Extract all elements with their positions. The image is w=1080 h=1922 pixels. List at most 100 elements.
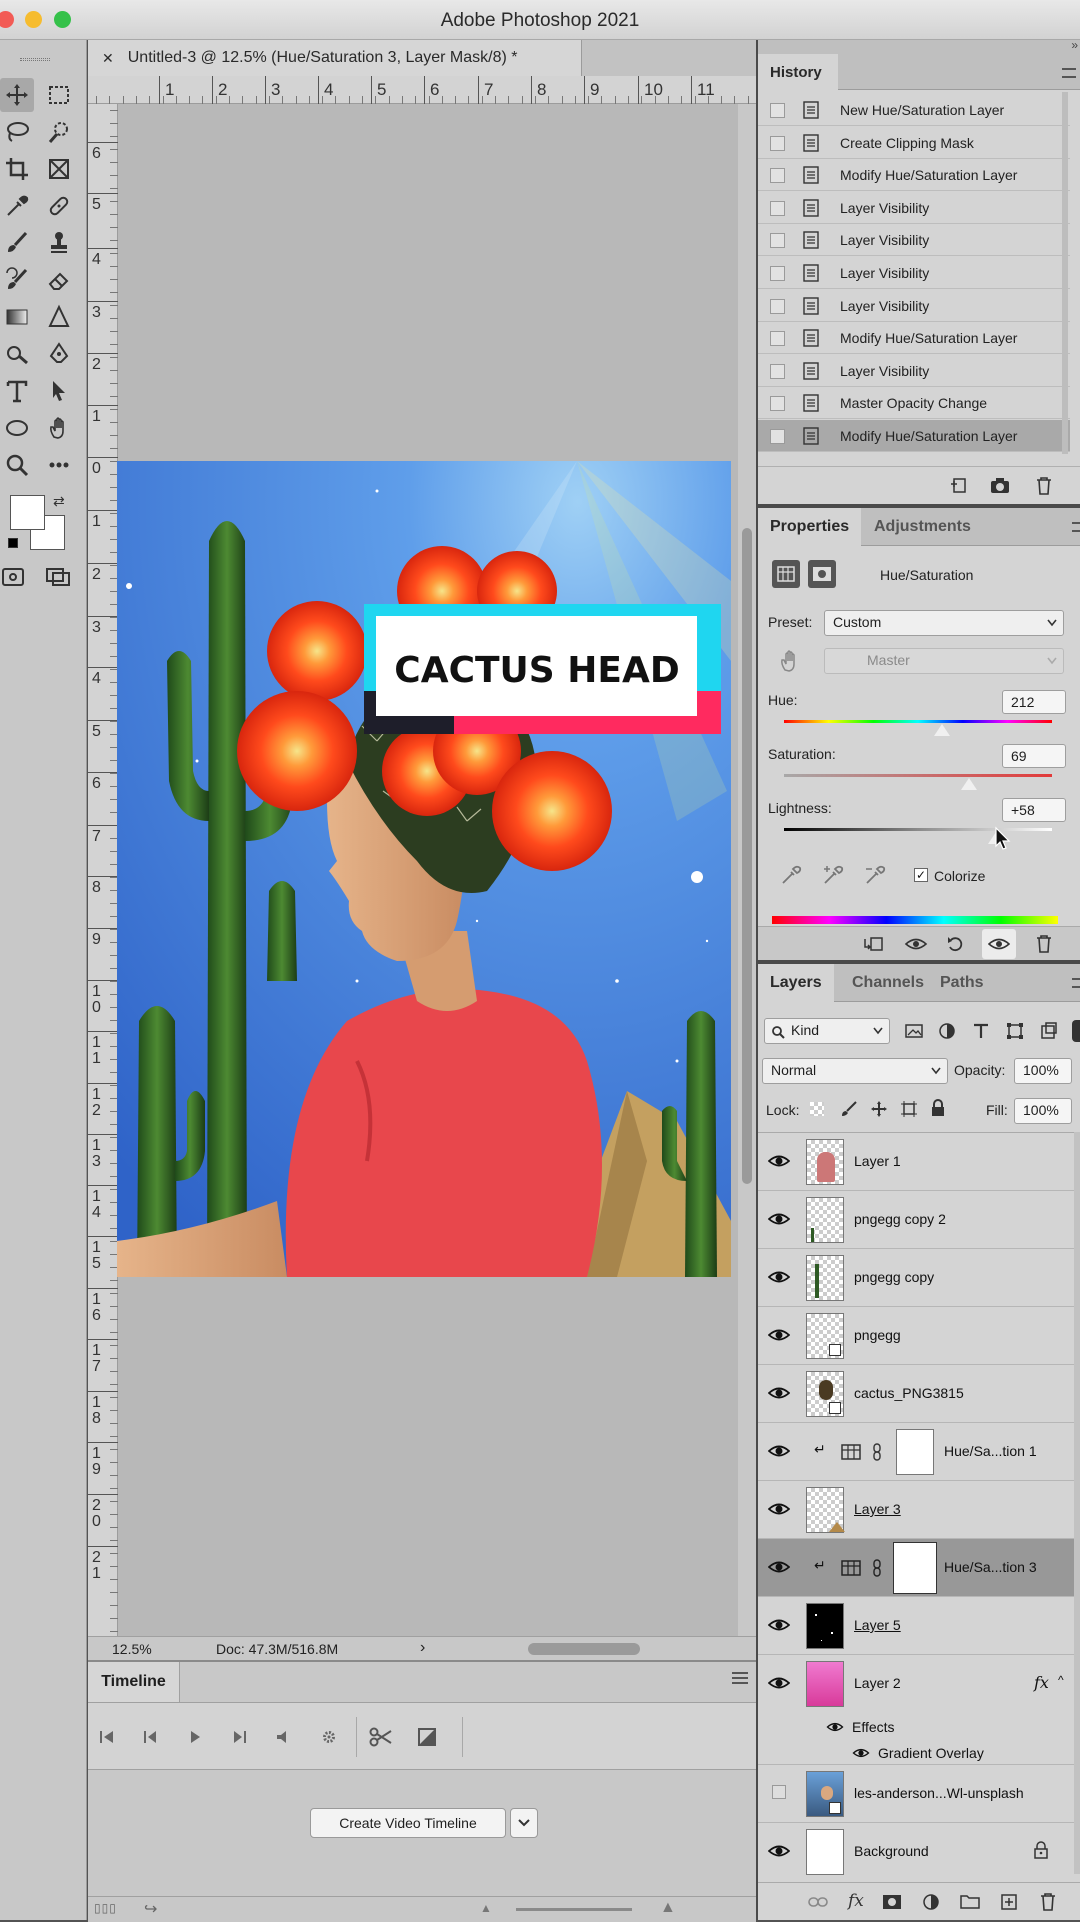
preset-select[interactable]: Custom — [824, 610, 1064, 636]
history-row[interactable]: New Hue/Saturation Layer — [758, 94, 1070, 126]
history-row[interactable]: Layer Visibility — [758, 355, 1070, 387]
healing-brush-tool[interactable] — [42, 189, 76, 223]
layer-mask-thumbnail[interactable] — [893, 1542, 937, 1594]
eye-icon[interactable] — [768, 1385, 790, 1401]
layer-row-hue-saturation-1[interactable]: ↵ Hue/Sa...tion 1 — [758, 1423, 1080, 1481]
trash-icon[interactable] — [1040, 1892, 1056, 1912]
status-arrow-button[interactable]: › — [420, 1639, 425, 1657]
tab-history[interactable]: History — [758, 54, 838, 90]
adjustment-icon[interactable] — [772, 560, 800, 588]
zoom-level[interactable]: 12.5% — [112, 1641, 152, 1657]
history-brush-tool[interactable] — [0, 263, 34, 297]
link-icon[interactable] — [872, 1559, 882, 1577]
saturation-slider[interactable] — [784, 774, 1052, 777]
layer-row-les-anderson[interactable]: les-anderson...Wl-unsplash — [758, 1765, 1080, 1823]
settings-gear-icon[interactable] — [316, 1725, 342, 1749]
scissors-icon[interactable] — [368, 1725, 394, 1749]
collapse-dock-icon[interactable]: » — [1071, 38, 1078, 52]
hand-tool[interactable] — [42, 411, 76, 445]
crop-tool[interactable] — [0, 152, 34, 186]
canvas-vertical-scrollbar[interactable] — [738, 104, 756, 1636]
reset-icon[interactable] — [946, 935, 966, 953]
history-row[interactable]: Create Clipping Mask — [758, 127, 1070, 159]
lock-image-pixels-icon[interactable] — [840, 1100, 858, 1118]
timeline-menu-icon[interactable] — [732, 1672, 748, 1684]
shape-layer-filter-icon[interactable] — [1006, 1022, 1024, 1040]
history-scrollbar[interactable] — [1062, 92, 1068, 454]
layer-row-layer-2[interactable]: Layer 2 fx ^ Effects Gradient Overlay — [758, 1655, 1080, 1765]
type-layer-filter-icon[interactable] — [972, 1022, 990, 1040]
hue-slider-thumb[interactable] — [934, 724, 951, 736]
path-selection-tool[interactable] — [42, 374, 76, 408]
history-source-checkbox[interactable] — [770, 103, 785, 118]
hue-input[interactable]: 212 — [1002, 690, 1066, 714]
close-document-icon[interactable]: ✕ — [102, 50, 114, 67]
brush-tool[interactable] — [0, 226, 34, 260]
next-frame-icon[interactable] — [226, 1725, 252, 1749]
tab-paths[interactable]: Paths — [928, 964, 996, 1002]
view-previous-state-icon[interactable] — [904, 935, 928, 953]
layer-row-pngegg-copy-2[interactable]: pngegg copy 2 — [758, 1191, 1080, 1249]
tab-adjustments[interactable]: Adjustments — [862, 508, 983, 546]
eye-icon[interactable] — [768, 1327, 790, 1343]
canvas-artwork[interactable]: CACTUS HEAD — [117, 461, 731, 1277]
layer-row-pngegg[interactable]: pngegg — [758, 1307, 1080, 1365]
history-row[interactable]: Modify Hue/Saturation Layer — [758, 420, 1070, 452]
move-tool[interactable] — [0, 78, 34, 112]
new-document-from-state-icon[interactable] — [950, 477, 968, 495]
link-icon[interactable] — [872, 1443, 882, 1461]
effects-fx-icon[interactable]: fx — [1034, 1673, 1049, 1692]
render-video-icon[interactable]: ↪ — [144, 1899, 157, 1919]
eye-icon[interactable] — [826, 1721, 844, 1733]
toolbar-grip[interactable] — [20, 58, 50, 61]
quick-mask-icon[interactable] — [2, 568, 24, 586]
layers-menu-icon[interactable] — [1072, 978, 1080, 988]
history-source-checkbox[interactable] — [770, 429, 785, 444]
blur-tool[interactable] — [42, 300, 76, 334]
colorize-checkbox[interactable]: ✓ — [914, 868, 928, 882]
foreground-color-swatch[interactable] — [10, 495, 45, 530]
history-row[interactable]: Layer Visibility — [758, 192, 1070, 224]
lock-icon[interactable] — [1034, 1841, 1048, 1859]
saturation-slider-thumb[interactable] — [960, 778, 977, 790]
history-row[interactable]: Modify Hue/Saturation Layer — [758, 159, 1070, 192]
play-icon[interactable] — [182, 1725, 208, 1749]
folder-icon[interactable] — [960, 1893, 980, 1909]
layers-scrollbar[interactable] — [1074, 1132, 1080, 1874]
scroll-thumb[interactable] — [742, 528, 752, 1184]
layer-row-layer-3[interactable]: Layer 3 — [758, 1481, 1080, 1539]
history-source-checkbox[interactable] — [770, 135, 785, 151]
zoom-tool[interactable] — [0, 448, 34, 482]
lock-position-icon[interactable] — [870, 1100, 888, 1118]
smart-object-filter-icon[interactable] — [1040, 1022, 1058, 1040]
history-source-checkbox[interactable] — [770, 200, 785, 216]
transition-icon[interactable] — [414, 1725, 440, 1749]
edit-toolbar-button[interactable] — [42, 448, 76, 482]
eye-icon[interactable] — [768, 1559, 790, 1575]
lock-all-icon[interactable] — [930, 1099, 946, 1117]
lock-artboard-icon[interactable] — [900, 1100, 918, 1118]
history-menu-icon[interactable] — [1062, 68, 1076, 78]
lightness-input[interactable]: +58 — [1002, 798, 1066, 822]
create-video-timeline-button[interactable]: Create Video Timeline — [310, 1808, 506, 1838]
eye-icon[interactable] — [768, 1443, 790, 1459]
timeline-type-dropdown[interactable] — [510, 1808, 538, 1838]
pen-tool[interactable] — [42, 337, 76, 371]
frame-animation-icon[interactable]: ▯▯▯ — [94, 1901, 117, 1915]
add-mask-icon[interactable] — [882, 1893, 902, 1911]
eye-icon[interactable] — [768, 1211, 790, 1227]
collapse-effects-icon[interactable]: ^ — [1058, 1673, 1064, 1687]
history-row[interactable]: Layer Visibility — [758, 290, 1070, 322]
history-source-checkbox[interactable] — [770, 233, 785, 249]
previous-frame-icon[interactable] — [138, 1725, 164, 1749]
mask-icon[interactable] — [808, 560, 836, 588]
opacity-input[interactable]: 100% — [1014, 1058, 1072, 1084]
ellipse-tool[interactable] — [0, 411, 34, 445]
hue-slider[interactable] — [784, 720, 1052, 723]
first-frame-icon[interactable] — [94, 1725, 120, 1749]
layer-row-layer-1[interactable]: Layer 1 — [758, 1133, 1080, 1191]
horizontal-scroll-thumb[interactable] — [528, 1643, 640, 1655]
history-source-checkbox[interactable] — [770, 298, 785, 314]
layer-row-cactus-png[interactable]: cactus_PNG3815 — [758, 1365, 1080, 1423]
targeted-adjustment-hand-icon[interactable] — [778, 648, 800, 672]
